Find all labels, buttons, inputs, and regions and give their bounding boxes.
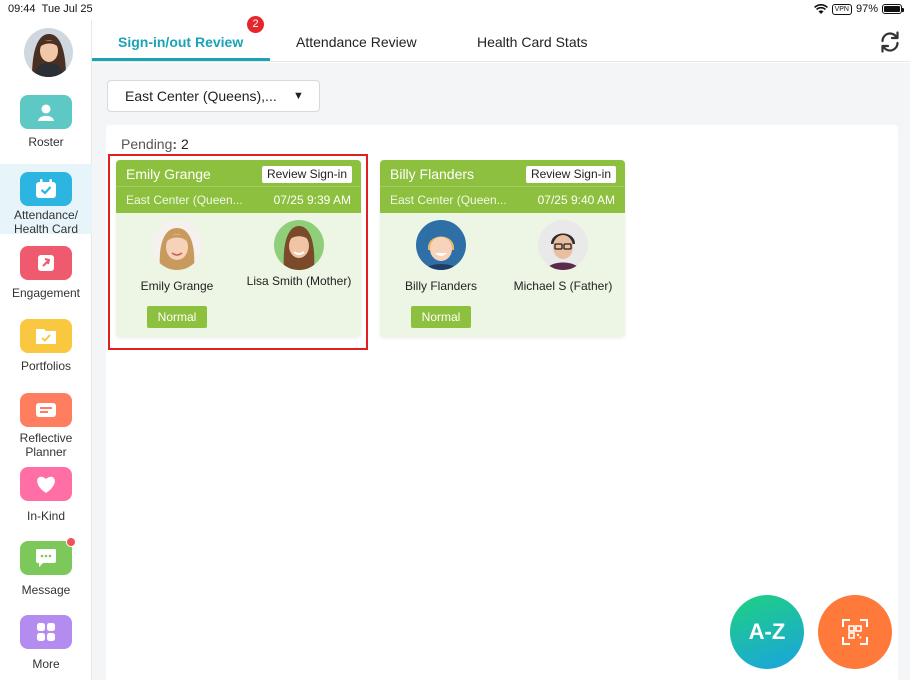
selection-highlight-frame [108, 154, 368, 350]
sort-az-button[interactable]: A-Z [730, 595, 804, 669]
sidebar-label-engagement: Engagement [11, 286, 81, 300]
sidebar-item-message[interactable]: Message [0, 537, 92, 597]
child-name-label: Billy Flanders [404, 279, 478, 293]
center-select[interactable]: East Center (Queens),... ▼ [107, 80, 320, 112]
wifi-icon [813, 3, 828, 14]
sidebar-label-more: More [32, 657, 60, 671]
message-icon [20, 537, 76, 575]
grid-icon [20, 615, 72, 649]
status-icons: VPN 97% [813, 3, 904, 15]
calendar-check-icon [20, 172, 72, 206]
sort-az-label: A-Z [748, 619, 786, 644]
sidebar-item-more[interactable]: More [0, 615, 92, 671]
top-tab-bar: Sign-in/out Review 2 Attendance Review H… [92, 16, 910, 62]
center-select-value: East Center (Queens),... [125, 88, 277, 104]
vpn-badge: VPN [831, 3, 852, 15]
pending-count: Pending: 2 [121, 136, 189, 152]
sidebar-label-portfolios: Portfolios [20, 359, 72, 373]
message-unread-dot [66, 537, 76, 547]
sidebar-label-message: Message [21, 583, 71, 597]
guardian-name-label: Michael S (Father) [513, 279, 613, 293]
guardian-avatar [538, 220, 588, 270]
sidebar-label-roster: Roster [28, 135, 64, 149]
chevron-down-icon: ▼ [293, 90, 304, 102]
card-child-name: Billy Flanders [390, 166, 475, 182]
status-bar: 09:44 Tue Jul 25 VPN 97% [0, 0, 910, 20]
battery-percent: 97% [855, 3, 878, 15]
refresh-icon[interactable] [878, 30, 902, 54]
heart-icon [20, 467, 72, 501]
planner-icon [20, 393, 72, 427]
sidebar-item-roster[interactable]: Roster [0, 95, 92, 149]
sidebar: Roster Attendance/ Health Card Engagemen… [0, 20, 92, 680]
card-center-name: East Center (Queen... [390, 193, 507, 207]
guardian-person: Michael S (Father) [502, 220, 624, 293]
tab-sign-in-out-review[interactable]: Sign-in/out Review [118, 34, 243, 50]
child-person: Billy Flanders [380, 220, 502, 293]
sidebar-label-attendance: Attendance/ Health Card [13, 208, 79, 236]
roster-icon [20, 95, 72, 129]
qr-scan-icon [842, 619, 868, 645]
card-divider [380, 186, 625, 187]
tab-attendance-review[interactable]: Attendance Review [296, 34, 417, 50]
sidebar-label-reflective-planner: Reflective Planner [19, 431, 73, 459]
card-datetime: 07/25 9:40 AM [537, 193, 615, 207]
tab-health-card-stats[interactable]: Health Card Stats [477, 34, 588, 50]
active-tab-indicator [92, 58, 270, 61]
sidebar-item-reflective-planner[interactable]: Reflective Planner [0, 393, 92, 459]
sidebar-item-engagement[interactable]: Engagement [0, 246, 92, 300]
sidebar-label-in-kind: In-Kind [26, 509, 66, 523]
sidebar-item-attendance[interactable]: Attendance/ Health Card [0, 164, 92, 236]
review-card[interactable]: Billy Flanders Review Sign-in East Cente… [380, 160, 625, 337]
review-sign-in-button[interactable]: Review Sign-in [525, 166, 616, 183]
child-avatar [416, 220, 466, 270]
battery-icon [882, 4, 904, 14]
status-badge: Normal [411, 306, 471, 328]
card-header: Billy Flanders Review Sign-in East Cente… [380, 160, 625, 213]
sidebar-item-portfolios[interactable]: Portfolios [0, 319, 92, 373]
user-avatar[interactable] [24, 28, 73, 77]
status-time: 09:44 Tue Jul 25 [8, 3, 93, 15]
sidebar-item-in-kind[interactable]: In-Kind [0, 467, 92, 523]
scan-button[interactable] [818, 595, 892, 669]
engagement-icon [20, 246, 72, 280]
portfolio-icon [20, 319, 72, 353]
tab-badge-count: 2 [247, 16, 264, 33]
